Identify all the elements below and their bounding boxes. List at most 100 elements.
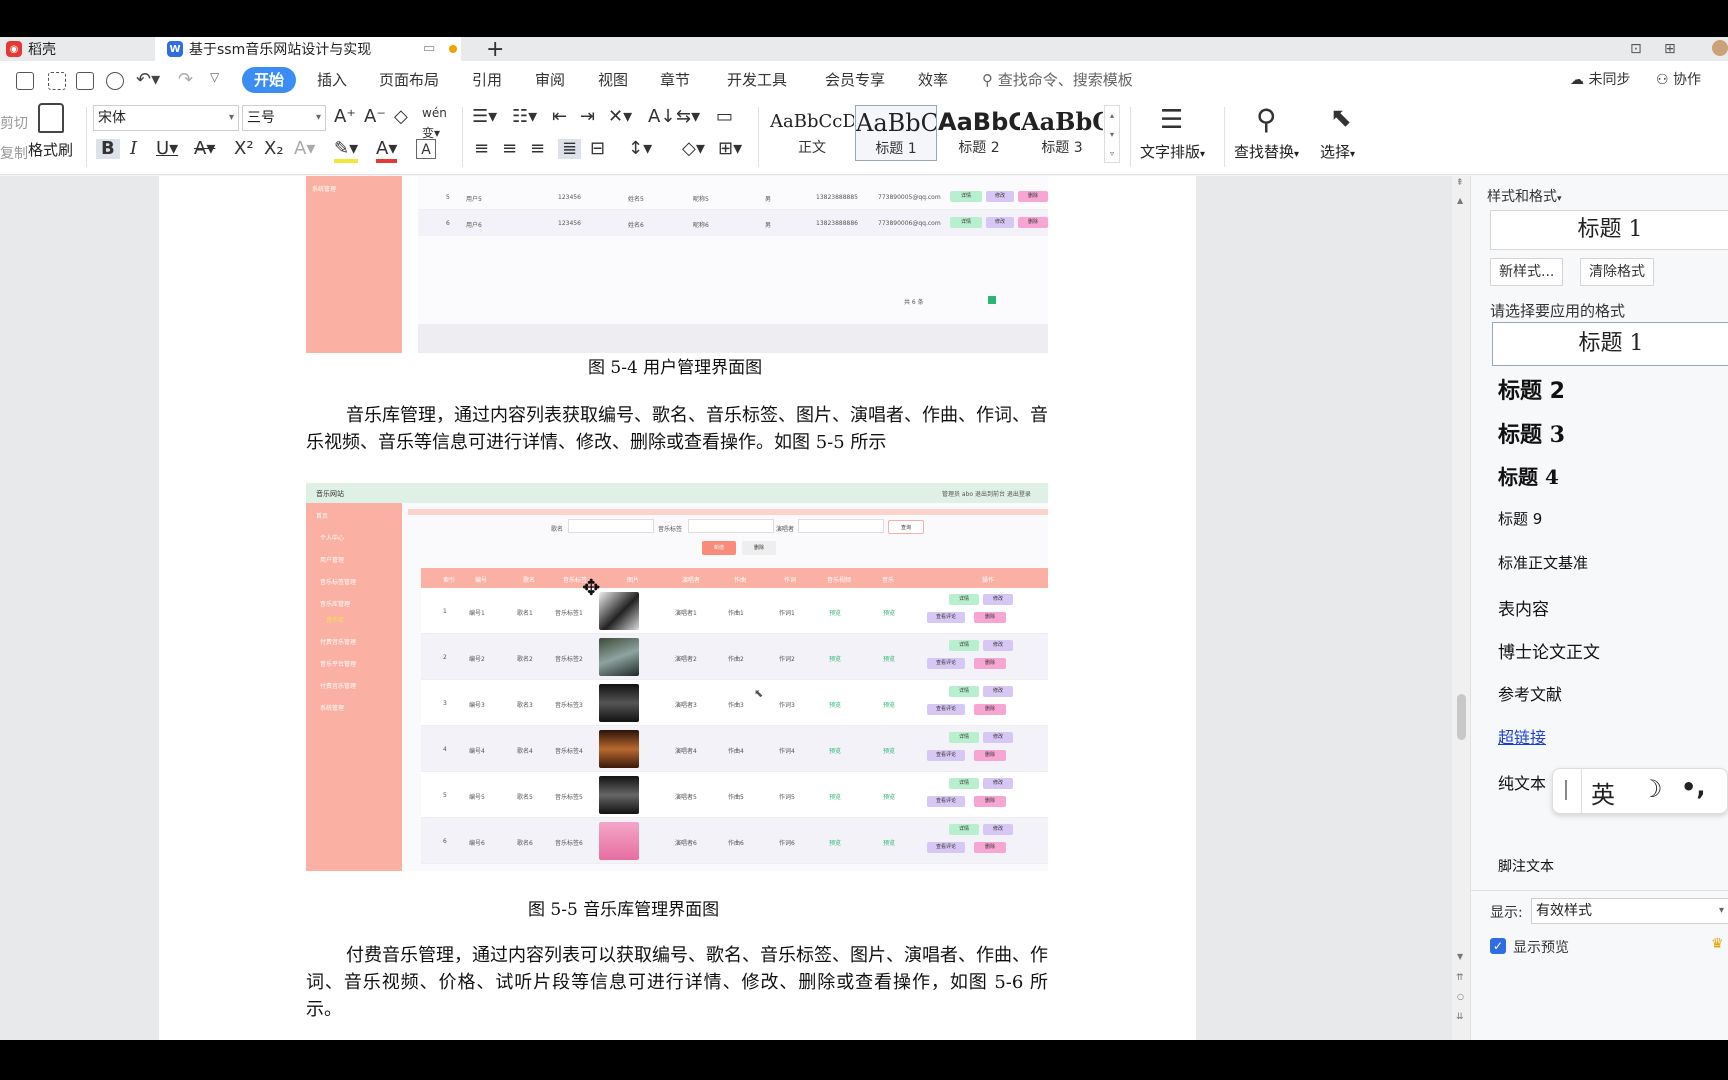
subscript-icon[interactable]: X₂ [264, 139, 284, 159]
style-item-footnote[interactable]: 脚注文本 [1498, 856, 1554, 876]
shading-icon[interactable]: ◇▾ [682, 139, 705, 159]
underline-icon[interactable]: U▾ [156, 139, 178, 159]
font-name-select[interactable]: 宋体 [93, 105, 239, 131]
style-item-references[interactable]: 参考文献 [1498, 681, 1562, 705]
document-scrollbar[interactable]: ⇞ ▲ ▼ ⇈ ○ ⇊ [1452, 176, 1470, 1040]
menu-reference[interactable]: 引用 [472, 61, 502, 99]
text-layout-icon[interactable]: ☰ [1160, 105, 1183, 135]
align-center-icon[interactable]: ≡ [502, 139, 517, 159]
select-button[interactable]: 选择▾ [1320, 141, 1355, 162]
avatar[interactable] [1712, 40, 1728, 56]
preview-checkbox[interactable]: ✓ [1490, 938, 1506, 954]
menu-member[interactable]: 会员专享 [825, 61, 885, 99]
menu-dev-tools[interactable]: 开发工具 [727, 61, 787, 99]
quick-access-dropdown-icon[interactable]: ▽ [210, 70, 219, 84]
apps-grid-icon[interactable]: ⊞ [1664, 37, 1676, 61]
style-item-thesis-body[interactable]: 博士论文正文 [1498, 638, 1600, 663]
style-item-body-base[interactable]: 标准正文基准 [1498, 552, 1588, 573]
bold-icon[interactable]: B [96, 139, 120, 159]
shrink-font-icon[interactable]: A⁻ [364, 107, 386, 127]
style-heading-2[interactable]: AaBbC 标题 2 [938, 105, 1020, 161]
next-page-icon[interactable]: ⇊ [1456, 1012, 1464, 1022]
italic-icon[interactable]: I [130, 139, 137, 159]
char-border-icon[interactable]: A [416, 139, 436, 159]
paragraph-music-library[interactable]: 音乐库管理，通过内容列表获取编号、歌名、音乐标签、图片、演唱者、作曲、作词、音乐… [306, 402, 1048, 456]
align-right-icon[interactable]: ≡ [530, 139, 545, 159]
print-icon[interactable] [76, 72, 94, 90]
numbered-list-icon[interactable]: ☷▾ [512, 107, 537, 127]
ruler-icon[interactable]: ▭ [716, 107, 733, 127]
menu-view[interactable]: 视图 [598, 61, 628, 99]
clear-format-button[interactable]: 清除格式 [1580, 258, 1654, 286]
style-item-heading-2[interactable]: 标题 2 [1498, 373, 1565, 405]
distributed-align-icon[interactable]: ⊟ [590, 139, 605, 159]
ime-drag-handle[interactable] [1565, 780, 1567, 800]
undo-icon[interactable]: ↶▾ [136, 69, 160, 90]
new-tab-plus-icon[interactable]: + [486, 37, 504, 62]
layout-icon[interactable]: ⊡ [1630, 37, 1642, 61]
scroll-top-icon[interactable]: ⇞ [1456, 178, 1464, 188]
highlight-icon[interactable]: ✎▾ [334, 139, 359, 163]
style-item-heading-3[interactable]: 标题 3 [1498, 417, 1565, 449]
style-heading-3[interactable]: AaBbC 标题 3 [1021, 105, 1103, 161]
tab-daoke[interactable]: ◉ 稻壳 [0, 37, 152, 61]
menu-chapter[interactable]: 章节 [660, 61, 690, 99]
select-browse-icon[interactable]: ○ [1457, 992, 1464, 1001]
style-item-heading-9[interactable]: 标题 9 [1498, 508, 1542, 529]
current-style-box[interactable]: 标题 1 [1490, 210, 1728, 250]
screen-icon[interactable]: ▭ [423, 41, 435, 56]
scrollbar-thumb[interactable] [1457, 694, 1466, 740]
strikethrough-icon[interactable]: A▾ [194, 139, 215, 159]
panel-title[interactable]: 样式和格式▾ [1487, 186, 1562, 206]
menu-page-layout[interactable]: 页面布局 [379, 61, 439, 99]
font-size-select[interactable]: 三号 [242, 105, 326, 131]
paragraph-paid-music[interactable]: 付费音乐管理，通过内容列表可以获取编号、歌名、音乐标签、图片、演唱者、作曲、作词… [306, 942, 1048, 1023]
pinyin-guide-icon[interactable]: wén 变▾ [422, 103, 447, 143]
menu-review[interactable]: 审阅 [535, 61, 565, 99]
line-spacing-icon[interactable]: ↕▾ [628, 139, 652, 159]
collab-button[interactable]: ⚇ 协作 [1656, 61, 1701, 99]
format-painter-button[interactable]: 格式刷 [28, 139, 73, 160]
prev-page-icon[interactable]: ⇈ [1456, 973, 1464, 983]
style-item-plain-text[interactable]: 纯文本 [1498, 770, 1546, 794]
menu-insert[interactable]: 插入 [317, 61, 347, 99]
command-search[interactable]: ⚲ 查找命令、搜索模板 [982, 61, 1133, 99]
font-color-icon[interactable]: A▾ [376, 139, 398, 163]
style-item-heading-1[interactable]: 标题 1 [1492, 322, 1728, 366]
text-layout-button[interactable]: 文字排版▾ [1140, 141, 1205, 162]
chinese-layout-icon[interactable]: ✕▾ [608, 107, 632, 127]
sort-icon[interactable]: A↓ [648, 107, 675, 127]
new-style-button[interactable]: 新样式... [1490, 258, 1564, 286]
superscript-icon[interactable]: X² [234, 139, 254, 159]
punctuation-icon[interactable]: •, [1681, 773, 1705, 801]
increase-indent-icon[interactable]: ⇥ [580, 107, 595, 127]
cut-button[interactable]: 剪切 [0, 113, 28, 133]
style-item-hyperlink[interactable]: 超链接 [1498, 724, 1546, 748]
moon-icon[interactable]: ☽ [1641, 775, 1663, 803]
find-replace-button[interactable]: 查找替换▾ [1234, 141, 1299, 162]
align-left-icon[interactable]: ≡ [474, 139, 489, 159]
copy-button[interactable]: 复制 [0, 143, 28, 163]
format-painter-icon[interactable] [38, 103, 64, 133]
style-item-heading-4[interactable]: 标题 4 [1498, 461, 1559, 490]
ime-lang-toggle[interactable]: 英 [1591, 775, 1615, 810]
text-effect-icon[interactable]: A▾ [294, 139, 315, 159]
save-icon[interactable] [16, 72, 34, 90]
show-select[interactable]: 有效样式 [1531, 898, 1728, 924]
print-preview-icon[interactable] [106, 72, 124, 90]
clear-format-icon[interactable]: ◇ [394, 107, 408, 127]
styles-scroll-icon[interactable]: ▴ ▾ ▿ [1104, 105, 1120, 163]
scroll-down-icon[interactable]: ▼ [1457, 952, 1463, 961]
save-as-icon[interactable] [48, 72, 66, 90]
bullet-list-icon[interactable]: ☰▾ [472, 107, 497, 127]
decrease-indent-icon[interactable]: ⇤ [552, 107, 567, 127]
style-item-table-content[interactable]: 表内容 [1498, 595, 1549, 620]
scroll-up-icon[interactable]: ▲ [1457, 196, 1463, 205]
justify-icon[interactable]: ≣ [558, 139, 582, 159]
menu-start[interactable]: 开始 [242, 67, 297, 93]
redo-icon[interactable]: ↷ [178, 69, 193, 90]
select-cursor-icon[interactable]: ⬉ [1330, 103, 1352, 133]
find-replace-icon[interactable]: ⚲ [1256, 103, 1277, 136]
style-heading-1[interactable]: AaBbC 标题 1 [855, 105, 937, 161]
ltr-rtl-icon[interactable]: ⇆▾ [676, 107, 700, 127]
